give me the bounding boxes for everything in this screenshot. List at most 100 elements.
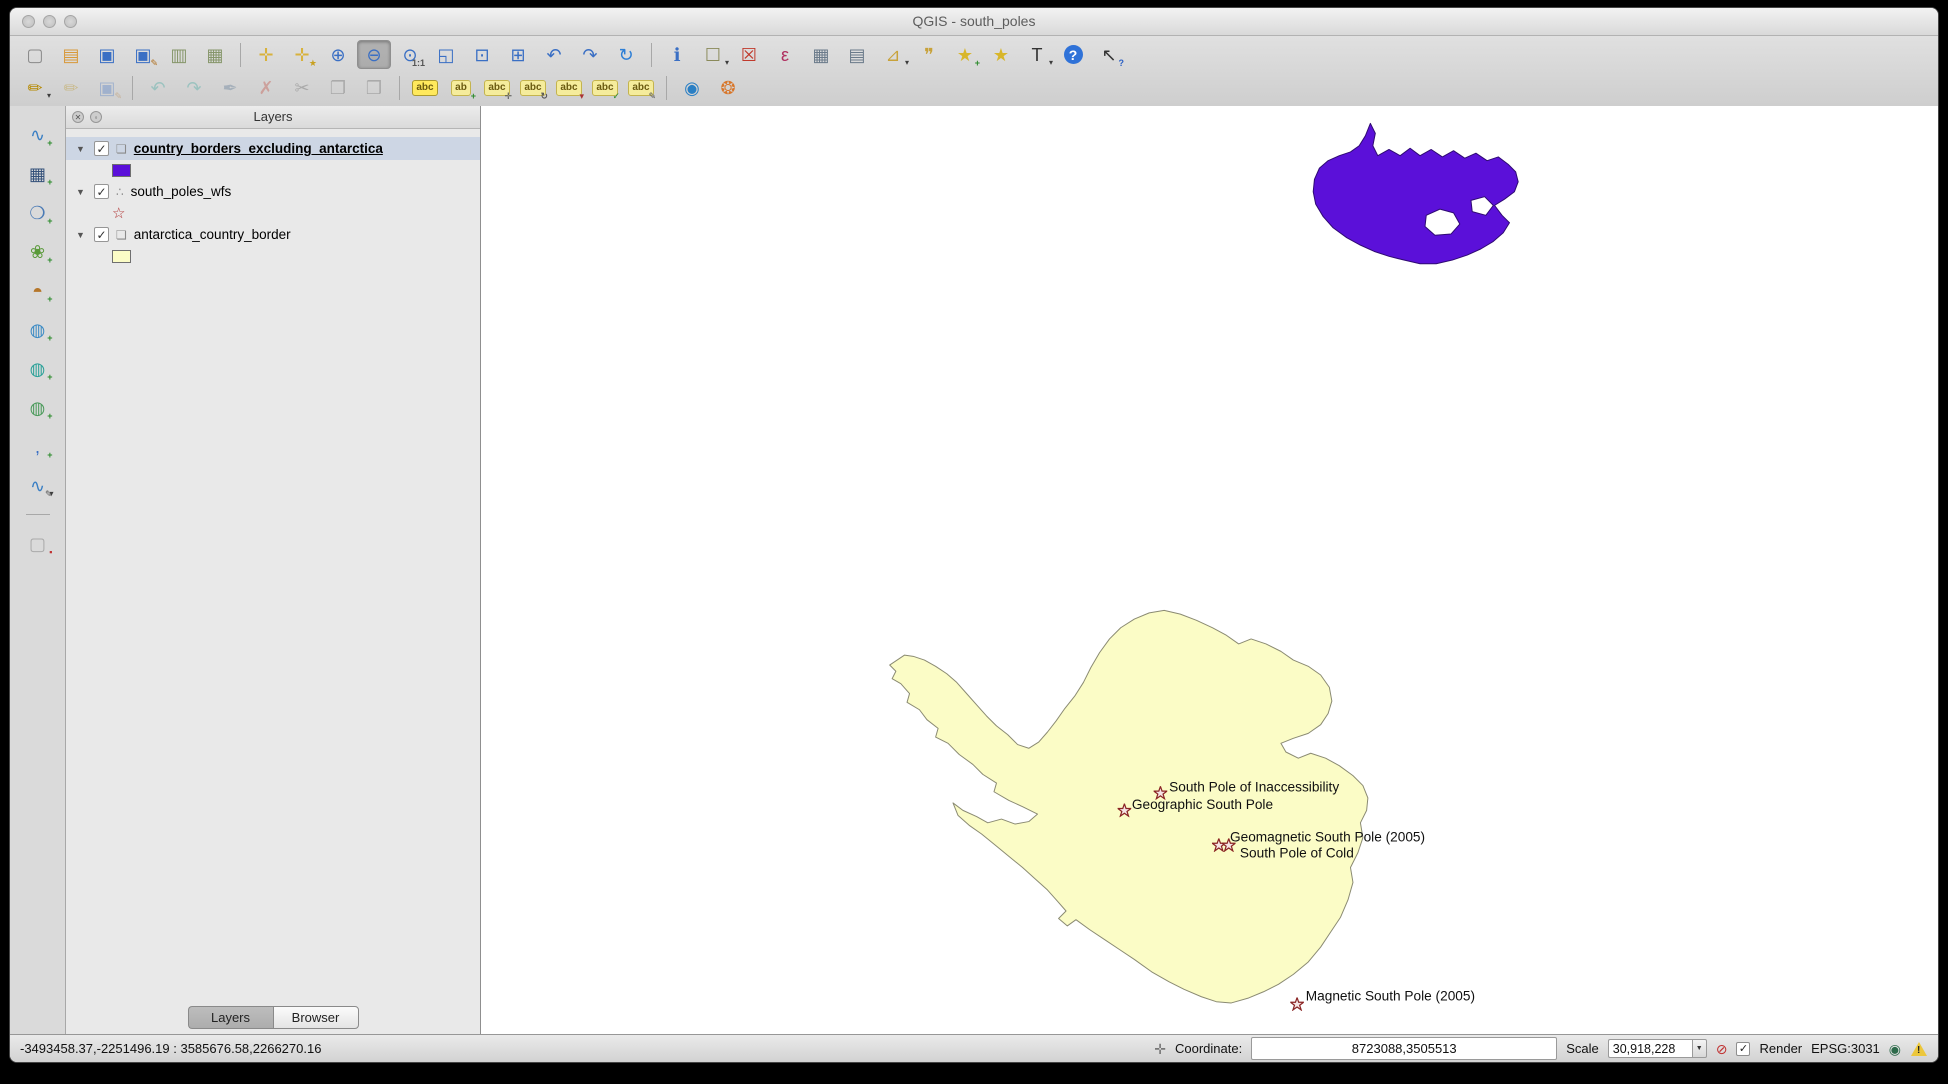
zoom-to-selection-icon: ⊡ [474, 46, 489, 64]
disclosure-triangle-icon[interactable]: ▼ [76, 144, 87, 154]
layer-label[interactable]: country_borders_excluding_antarctica [134, 141, 383, 156]
save-layer-edits-button[interactable]: ▣✎ [90, 73, 124, 102]
crs-label[interactable]: EPSG:3031 [1811, 1041, 1880, 1056]
scale-value[interactable]: 30,918,228 [1608, 1039, 1692, 1058]
layer-item-antarctica_country_border[interactable]: ▼✓❏antarctica_country_border [66, 223, 480, 246]
save-project-as-button[interactable]: ▣✎ [126, 40, 160, 69]
identify-features-button[interactable]: ℹ [660, 40, 694, 69]
zoom-in-button[interactable]: ⊕ [321, 40, 355, 69]
toggle-editing-icon: ✏ [63, 79, 78, 97]
labeling-options-button[interactable]: abc [408, 73, 442, 102]
open-attribute-table-button[interactable]: ▦ [804, 40, 838, 69]
add-delimited-text-layer-button[interactable]: ,+ [21, 432, 55, 461]
panel-detach-icon[interactable]: ◦ [90, 111, 102, 123]
label-show-hide-button[interactable]: abc✓ [588, 73, 622, 102]
coordinate-input[interactable] [1251, 1037, 1557, 1060]
main-toolbar: ▢▤▣▣✎▥▦✛✛★⊕⊖⊙1:1◱⊡⊞↶↷↻ℹ☐▾☒ε▦▤⊿▾❞★+★T▾?↖? [18, 38, 1930, 71]
add-mssql-layer-button[interactable]: ◓+ [21, 276, 55, 305]
layer-visibility-checkbox[interactable]: ✓ [94, 141, 109, 156]
mouse-position-icon[interactable]: ✛ [1154, 1042, 1166, 1056]
new-project-button[interactable]: ▢ [18, 40, 52, 69]
paste-features-button[interactable]: ❒ [357, 73, 391, 102]
zoom-to-selection-button[interactable]: ⊡ [465, 40, 499, 69]
select-by-expression-button[interactable]: ε [768, 40, 802, 69]
text-annotation-dropdown-arrow-icon[interactable]: ▾ [1049, 59, 1053, 67]
measure-button[interactable]: ⊿▾ [876, 40, 910, 69]
composer-manager-button[interactable]: ▦ [198, 40, 232, 69]
coordinate-label: Coordinate: [1175, 1041, 1242, 1056]
field-calculator-button[interactable]: ▤ [840, 40, 874, 69]
zoom-full-button[interactable]: ◱ [429, 40, 463, 69]
panel-close-icon[interactable]: ✕ [72, 111, 84, 123]
label-add-button[interactable]: ab+ [444, 73, 478, 102]
tab-layers[interactable]: Layers [188, 1006, 273, 1029]
layer-item-country_borders_excluding_antarctica[interactable]: ▼✓❏country_borders_excluding_antarctica [66, 137, 480, 160]
layer-label[interactable]: antarctica_country_border [134, 227, 291, 242]
layer-item-south_poles_wfs[interactable]: ▼✓∴south_poles_wfs [66, 180, 480, 203]
zoom-window-button[interactable] [64, 15, 77, 28]
disclosure-triangle-icon[interactable]: ▼ [76, 187, 87, 197]
zoom-next-button[interactable]: ↷ [573, 40, 607, 69]
toggle-editing-button[interactable]: ✏ [54, 73, 88, 102]
select-features-dropdown-arrow-icon[interactable]: ▾ [725, 59, 729, 67]
pan-to-selection-button[interactable]: ✛★ [285, 40, 319, 69]
crs-status-icon[interactable]: ◉ [1889, 1042, 1901, 1056]
layer-visibility-checkbox[interactable]: ✓ [94, 227, 109, 242]
label-properties-button[interactable]: abc✎ [624, 73, 658, 102]
cut-features-button[interactable]: ✂ [285, 73, 319, 102]
add-wcs-layer-button[interactable]: ◍+ [21, 354, 55, 383]
text-annotation-button[interactable]: T▾ [1020, 40, 1054, 69]
label-move-button[interactable]: abc✛ [480, 73, 514, 102]
title-bar[interactable]: QGIS - south_poles [10, 8, 1938, 36]
stop-rendering-icon[interactable]: ⊘ [1716, 1042, 1728, 1056]
add-raster-layer-button[interactable]: ▦+ [21, 159, 55, 188]
help-button[interactable]: ? [1056, 40, 1090, 69]
current-edits-button[interactable]: ✏▾ [18, 73, 52, 102]
open-project-button[interactable]: ▤ [54, 40, 88, 69]
zoom-last-button[interactable]: ↶ [537, 40, 571, 69]
add-vector-layer-button[interactable]: ∿+ [21, 120, 55, 149]
plugin-layers-button[interactable]: ❂ [711, 73, 745, 102]
copy-features-button[interactable]: ❐ [321, 73, 355, 102]
new-shapefile-layer-button[interactable]: ∿✎▾ [21, 471, 55, 500]
disclosure-triangle-icon[interactable]: ▼ [76, 230, 87, 240]
measure-dropdown-arrow-icon[interactable]: ▾ [905, 59, 909, 67]
pan-map-button[interactable]: ✛ [249, 40, 283, 69]
map-canvas[interactable]: South Pole of InaccessibilityGeographic … [481, 106, 1938, 1034]
current-edits-dropdown-arrow-icon[interactable]: ▾ [47, 92, 51, 100]
scale-dropdown-icon[interactable]: ▼ [1692, 1039, 1707, 1058]
add-wms-layer-button[interactable]: ◍+ [21, 315, 55, 344]
redo-button[interactable]: ↷ [177, 73, 211, 102]
add-wfs-layer-button[interactable]: ◍+ [21, 393, 55, 422]
label-rotate-button[interactable]: abc↻ [516, 73, 550, 102]
messages-warning-icon[interactable] [1910, 1041, 1928, 1057]
web-globe-button[interactable]: ◉ [675, 73, 709, 102]
save-project-button[interactable]: ▣ [90, 40, 124, 69]
add-spatialite-layer-button[interactable]: ❀+ [21, 237, 55, 266]
node-tool-button[interactable]: ✒ [213, 73, 247, 102]
refresh-map-button[interactable]: ↻ [609, 40, 643, 69]
select-features-button[interactable]: ☐▾ [696, 40, 730, 69]
new-print-composer-button[interactable]: ▥ [162, 40, 196, 69]
label-pin-button[interactable]: abc▾ [552, 73, 586, 102]
new-bookmark-button[interactable]: ★+ [948, 40, 982, 69]
minimize-button[interactable] [43, 15, 56, 28]
zoom-to-layer-button[interactable]: ⊞ [501, 40, 535, 69]
map-tips-button[interactable]: ❞ [912, 40, 946, 69]
layer-label[interactable]: south_poles_wfs [131, 184, 232, 199]
zoom-out-button[interactable]: ⊖ [357, 40, 391, 69]
marker-symbology-swatch: ☆ [112, 206, 125, 221]
close-button[interactable] [22, 15, 35, 28]
add-postgis-layer-button[interactable]: ❍+ [21, 198, 55, 227]
undo-button[interactable]: ↶ [141, 73, 175, 102]
whats-this-button[interactable]: ↖? [1092, 40, 1126, 69]
zoom-native-button[interactable]: ⊙1:1 [393, 40, 427, 69]
remove-layer-button[interactable]: ▢▪ [21, 529, 55, 558]
show-bookmarks-button[interactable]: ★ [984, 40, 1018, 69]
tab-browser[interactable]: Browser [273, 1006, 359, 1029]
render-checkbox[interactable]: ✓ [1736, 1042, 1750, 1056]
layer-visibility-checkbox[interactable]: ✓ [94, 184, 109, 199]
delete-selected-button[interactable]: ✗ [249, 73, 283, 102]
deselect-features-button[interactable]: ☒ [732, 40, 766, 69]
new-shapefile-layer-dropdown-arrow-icon[interactable]: ▾ [49, 490, 53, 498]
